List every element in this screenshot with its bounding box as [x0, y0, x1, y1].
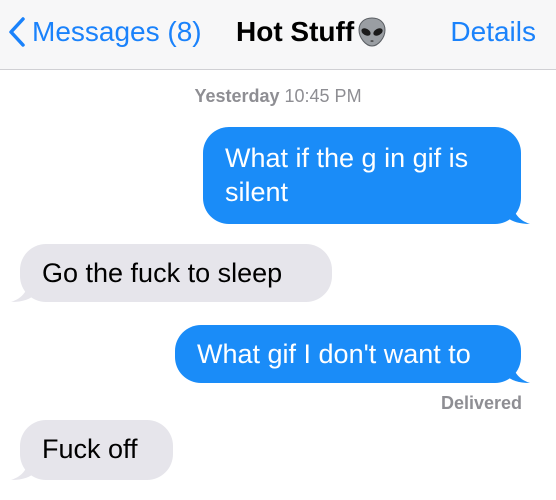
- timestamp-time: 10:45 PM: [284, 86, 362, 106]
- bubble-tail: [506, 198, 530, 224]
- message-text: Fuck off: [42, 434, 138, 464]
- delivered-status: Delivered: [440, 393, 522, 413]
- received-message-bubble[interactable]: Go the fuck to sleep: [11, 244, 332, 302]
- received-message-bubble[interactable]: Fuck off: [11, 420, 173, 480]
- alien-icon: [358, 17, 386, 47]
- bubble-tail: [11, 276, 35, 302]
- chevron-left-icon: [9, 17, 25, 47]
- back-button-label: Messages (8): [32, 16, 202, 47]
- sent-message-bubble[interactable]: What if the g in gif is silent: [203, 127, 530, 224]
- message-timestamp: Yesterday 10:45 PM: [0, 86, 556, 107]
- message-text: What gif I don't want to: [197, 339, 471, 369]
- back-button[interactable]: Messages (8): [8, 12, 202, 52]
- message-text: What if the g in gif is silent: [225, 143, 469, 207]
- navigation-bar: Messages (8) Hot Stuff Details: [0, 0, 556, 70]
- sent-message-bubble[interactable]: What gif I don't want to: [175, 325, 530, 383]
- bubble-tail: [506, 357, 530, 383]
- details-button[interactable]: Details: [450, 12, 536, 52]
- timestamp-day: Yesterday: [194, 86, 280, 106]
- bubble-tail: [11, 454, 35, 480]
- message-text: Go the fuck to sleep: [42, 258, 283, 288]
- contact-name: Hot Stuff: [236, 16, 355, 47]
- conversation-title[interactable]: Hot Stuff: [236, 12, 388, 52]
